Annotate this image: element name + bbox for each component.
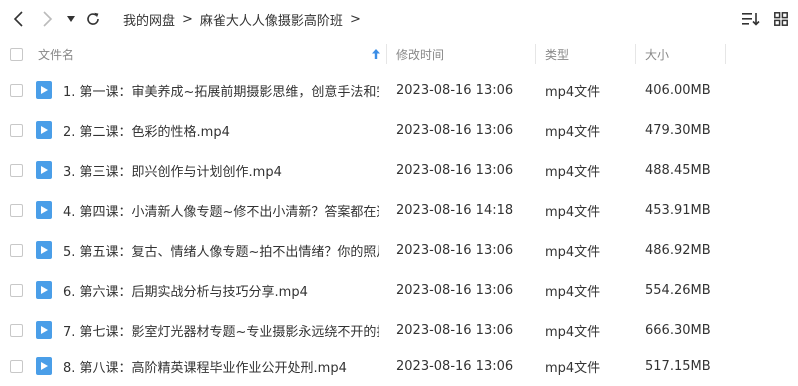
column-header-name-label: 文件名 <box>38 47 75 62</box>
back-button[interactable] <box>8 6 30 32</box>
file-list-header: 文件名 修改时间 类型 大小 <box>0 38 798 70</box>
chevron-right-icon <box>43 11 53 27</box>
file-name[interactable]: 5. 第五课：复古、情绪人像专题~拍不出情绪？你的照片... <box>63 230 379 270</box>
video-file-icon <box>36 121 52 139</box>
sort-icon <box>742 13 760 26</box>
row-checkbox[interactable] <box>10 324 23 337</box>
file-size: 406.00MB <box>645 82 711 98</box>
breadcrumb: 我的网盘 > 麻雀大人人像摄影高阶班 > <box>123 0 368 38</box>
column-divider[interactable] <box>386 44 387 64</box>
file-size: 488.45MB <box>645 162 711 178</box>
row-checkbox[interactable] <box>10 360 23 373</box>
file-name[interactable]: 4. 第四课：小清新人像专题~修不出小清新？答案都在这... <box>63 190 379 230</box>
row-checkbox[interactable] <box>10 204 23 217</box>
file-size: 486.92MB <box>645 242 711 258</box>
column-header-name[interactable]: 文件名 <box>38 38 383 70</box>
file-modified: 2023-08-16 13:06 <box>396 122 514 138</box>
file-size: 554.26MB <box>645 282 711 298</box>
caret-down-icon <box>67 16 75 22</box>
select-all-checkbox[interactable] <box>10 48 23 61</box>
video-file-icon <box>36 321 52 339</box>
column-divider[interactable] <box>635 44 636 64</box>
column-header-type[interactable]: 类型 <box>545 38 569 70</box>
file-name[interactable]: 8. 第八课：高阶精英课程毕业作业公开处刑.mp4 <box>63 346 379 386</box>
grid-view-button[interactable] <box>770 6 792 32</box>
file-modified: 2023-08-16 13:06 <box>396 358 514 374</box>
row-checkbox[interactable] <box>10 244 23 257</box>
file-type: mp4文件 <box>545 204 601 220</box>
file-row[interactable]: 5. 第五课：复古、情绪人像专题~拍不出情绪？你的照片... 2023-08-1… <box>0 230 798 270</box>
file-type: mp4文件 <box>545 164 601 180</box>
file-modified: 2023-08-16 13:06 <box>396 322 514 338</box>
breadcrumb-separator-icon: > <box>182 11 193 27</box>
breadcrumb-item-current[interactable]: 麻雀大人人像摄影高阶班 <box>200 10 343 29</box>
file-type: mp4文件 <box>545 284 601 300</box>
file-row[interactable]: 6. 第六课：后期实战分析与技巧分享.mp4 2023-08-16 13:06 … <box>0 270 798 310</box>
row-checkbox[interactable] <box>10 84 23 97</box>
sort-button[interactable] <box>740 6 762 32</box>
file-row[interactable]: 8. 第八课：高阶精英课程毕业作业公开处刑.mp4 2023-08-16 13:… <box>0 346 798 386</box>
file-name[interactable]: 7. 第七课：影室灯光器材专题~专业摄影永远绕不开的技... <box>63 310 379 350</box>
toolbar: 我的网盘 > 麻雀大人人像摄影高阶班 > <box>0 0 798 38</box>
file-row[interactable]: 7. 第七课：影室灯光器材专题~专业摄影永远绕不开的技... 2023-08-1… <box>0 310 798 350</box>
file-size: 453.91MB <box>645 202 711 218</box>
grid-view-icon <box>774 12 788 26</box>
file-row[interactable]: 4. 第四课：小清新人像专题~修不出小清新？答案都在这... 2023-08-1… <box>0 190 798 230</box>
file-size: 517.15MB <box>645 358 711 374</box>
row-checkbox[interactable] <box>10 124 23 137</box>
file-type: mp4文件 <box>545 360 601 376</box>
column-divider[interactable] <box>535 44 536 64</box>
file-modified: 2023-08-16 13:06 <box>396 162 514 178</box>
file-name[interactable]: 3. 第三课：即兴创作与计划创作.mp4 <box>63 150 379 190</box>
row-checkbox[interactable] <box>10 164 23 177</box>
file-name[interactable]: 2. 第二课：色彩的性格.mp4 <box>63 110 379 150</box>
row-checkbox[interactable] <box>10 284 23 297</box>
video-file-icon <box>36 241 52 259</box>
file-modified: 2023-08-16 13:06 <box>396 282 514 298</box>
column-header-size-label: 大小 <box>645 47 670 62</box>
video-file-icon <box>36 357 52 375</box>
column-header-modified[interactable]: 修改时间 <box>396 38 444 70</box>
file-type: mp4文件 <box>545 124 601 140</box>
file-row[interactable]: 1. 第一课：审美养成~拓展前期摄影思维，创意手法和完... 2023-08-1… <box>0 70 798 110</box>
file-modified: 2023-08-16 14:18 <box>396 202 514 218</box>
file-row[interactable]: 3. 第三课：即兴创作与计划创作.mp4 2023-08-16 13:06 mp… <box>0 150 798 190</box>
video-file-icon <box>36 201 52 219</box>
file-size: 666.30MB <box>645 322 711 338</box>
video-file-icon <box>36 161 52 179</box>
file-name[interactable]: 6. 第六课：后期实战分析与技巧分享.mp4 <box>63 270 379 310</box>
chevron-left-icon <box>13 11 23 27</box>
refresh-button[interactable] <box>83 6 103 32</box>
column-header-type-label: 类型 <box>545 47 570 62</box>
file-size: 479.30MB <box>645 122 711 138</box>
history-dropdown-button[interactable] <box>63 6 79 32</box>
breadcrumb-separator-icon: > <box>349 11 361 27</box>
video-file-icon <box>36 281 52 299</box>
forward-button[interactable] <box>36 6 58 32</box>
arrow-up-icon <box>372 49 380 59</box>
file-type: mp4文件 <box>545 324 601 340</box>
breadcrumb-item-root[interactable]: 我的网盘 <box>123 10 175 29</box>
file-type: mp4文件 <box>545 244 601 260</box>
column-divider[interactable] <box>725 44 726 64</box>
video-file-icon <box>36 81 52 99</box>
file-modified: 2023-08-16 13:06 <box>396 242 514 258</box>
file-row[interactable]: 2. 第二课：色彩的性格.mp4 2023-08-16 13:06 mp4文件 … <box>0 110 798 150</box>
column-header-modified-label: 修改时间 <box>396 47 445 62</box>
column-header-size[interactable]: 大小 <box>645 38 669 70</box>
file-type: mp4文件 <box>545 84 601 100</box>
refresh-icon <box>87 12 99 25</box>
file-modified: 2023-08-16 13:06 <box>396 82 514 98</box>
file-name[interactable]: 1. 第一课：审美养成~拓展前期摄影思维，创意手法和完... <box>63 70 379 110</box>
